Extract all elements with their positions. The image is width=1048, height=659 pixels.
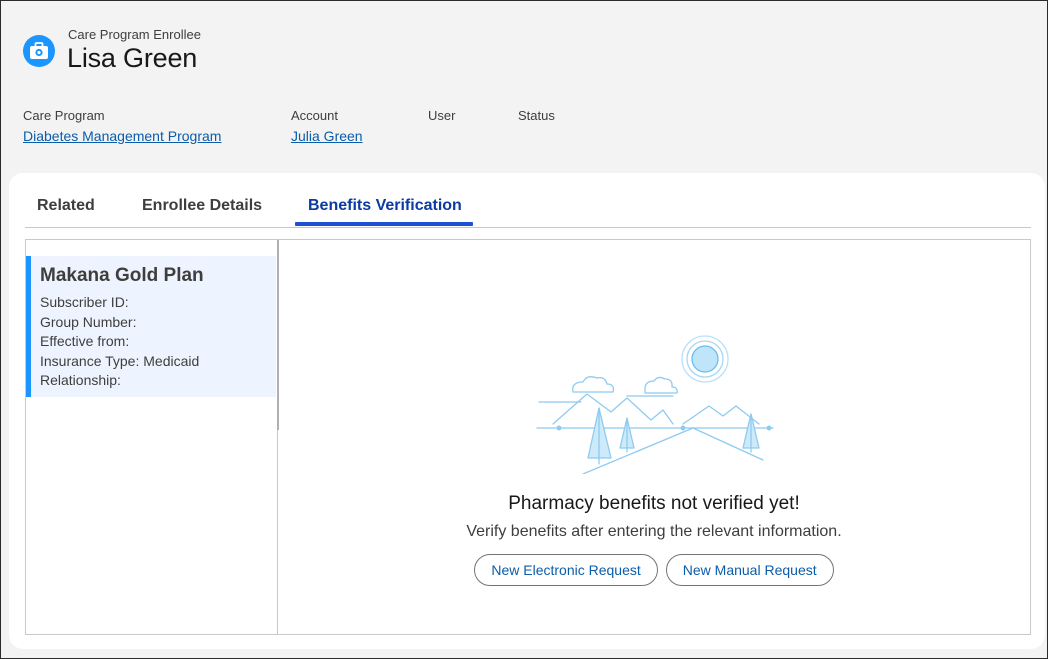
highlight-account: Account Julia Green [291, 108, 363, 144]
status-label: Status [518, 108, 555, 123]
account-label: Account [291, 108, 338, 123]
plan-name: Makana Gold Plan [40, 265, 204, 286]
record-detail-card: Related Enrollee Details Benefits Verifi… [9, 173, 1045, 649]
plan-list: Makana Gold Plan Subscriber ID: Group Nu… [26, 240, 279, 634]
care-program-label: Care Program [23, 108, 105, 123]
briefcase-medical-icon [23, 35, 55, 67]
app-frame: Care Program Enrollee Lisa Green Care Pr… [0, 0, 1048, 659]
group-number-field: Group Number: [40, 313, 137, 330]
highlight-user: User [428, 108, 455, 123]
record-title: Lisa Green [67, 43, 198, 73]
relationship-field: Relationship: [40, 372, 121, 388]
tab-enrollee-details[interactable]: Enrollee Details [142, 197, 262, 215]
account-link[interactable]: Julia Green [291, 128, 363, 144]
user-label: User [428, 108, 456, 123]
empty-state: Pharmacy benefits not verified yet! Veri… [278, 240, 1030, 634]
highlight-care-program: Care Program Diabetes Management Program [23, 108, 221, 144]
active-tab-indicator [295, 222, 473, 226]
benefits-panel: Makana Gold Plan Subscriber ID: Group Nu… [25, 239, 1031, 635]
effective-from-field: Effective from: [40, 333, 130, 349]
plan-card[interactable]: Makana Gold Plan Subscriber ID: Group Nu… [26, 256, 276, 397]
insurance-type-field: Insurance Type: Medicaid [40, 352, 200, 369]
new-manual-request-button[interactable]: New Manual Request [665, 554, 834, 586]
object-type-label: Care Program Enrollee [68, 27, 201, 42]
empty-state-subtitle: Verify benefits after entering the relev… [466, 523, 842, 540]
tab-benefits-verification[interactable]: Benefits Verification [308, 197, 462, 215]
new-electronic-request-button[interactable]: New Electronic Request [474, 554, 658, 586]
empty-state-title: Pharmacy benefits not verified yet! [508, 493, 800, 514]
tab-bar: Related Enrollee Details Benefits Verifi… [25, 185, 1031, 228]
mountain-landscape-icon [536, 335, 774, 474]
tab-related[interactable]: Related [37, 197, 95, 215]
subscriber-id-field: Subscriber ID: [40, 294, 129, 310]
request-button-group: New Electronic Request New Manual Reques… [278, 554, 1030, 586]
highlight-status: Status [518, 108, 555, 123]
care-program-link[interactable]: Diabetes Management Program [23, 128, 221, 144]
